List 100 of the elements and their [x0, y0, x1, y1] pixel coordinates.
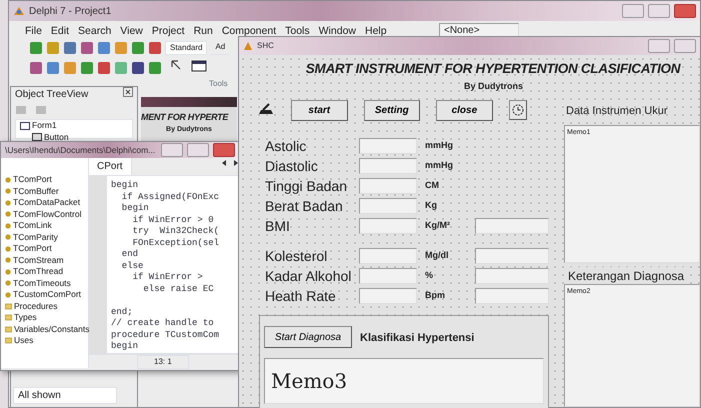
classification-title: Klasifikasi Hypertensi — [360, 331, 474, 346]
form-byline: By Dudytrons — [464, 80, 524, 93]
toolbar-icon[interactable] — [80, 41, 94, 55]
memo-field[interactable]: Memo3 — [264, 358, 544, 404]
explorer-item[interactable]: Procedures — [14, 300, 58, 312]
palette-caption: Tools — [209, 78, 228, 90]
panel-title: Object TreeView — [15, 88, 88, 101]
result-field[interactable] — [475, 288, 549, 304]
status-position: 13: 1 — [137, 354, 189, 368]
menu-item[interactable]: File — [25, 24, 42, 40]
explorer-item[interactable]: Types — [14, 312, 37, 324]
diagnose-button[interactable]: Start Diagnosa — [264, 326, 352, 348]
form-icon — [20, 122, 30, 130]
explorer-item[interactable]: TComPort — [13, 174, 52, 186]
explorer-item[interactable]: TComStream — [13, 254, 64, 266]
minimize-button[interactable] — [648, 39, 670, 53]
frame-icon[interactable] — [191, 59, 207, 73]
form-button[interactable]: start — [291, 100, 348, 120]
input-field[interactable] — [359, 198, 417, 214]
unit-label: Mg/dl — [425, 249, 450, 262]
toolbar-icon[interactable] — [29, 61, 43, 75]
toolbar-icon[interactable] — [148, 61, 162, 75]
result-field[interactable] — [475, 248, 549, 264]
menu-item[interactable]: Edit — [50, 24, 70, 40]
code-line: if WinError > — [132, 272, 204, 284]
explorer-item[interactable]: TComTimeouts — [13, 278, 71, 289]
clock-button[interactable] — [508, 100, 527, 120]
unit-label: Kg — [425, 199, 438, 212]
input-field[interactable] — [359, 158, 417, 174]
tree-tool-icon[interactable] — [35, 105, 47, 115]
editor-tab[interactable]: CPort — [89, 158, 132, 175]
menu-item[interactable]: Search — [78, 24, 112, 40]
toolbar-icon[interactable] — [131, 61, 145, 75]
maximize-button[interactable] — [187, 143, 209, 157]
toolbar-icon[interactable] — [148, 41, 162, 55]
tree-item[interactable]: Form1 — [32, 120, 57, 132]
maximize-button[interactable] — [648, 4, 670, 18]
input-field[interactable] — [359, 288, 417, 304]
explorer-item[interactable]: TComFlowControl — [13, 208, 82, 220]
explorer-item[interactable]: TComPort — [13, 243, 52, 254]
toolbar-icon[interactable] — [46, 61, 60, 75]
delphi-logo-icon — [243, 41, 253, 51]
maximize-button[interactable] — [674, 39, 696, 53]
input-field[interactable] — [359, 248, 417, 264]
close-button[interactable] — [674, 4, 696, 18]
code-line: end — [120, 249, 140, 260]
tree-item[interactable]: Button — [44, 132, 69, 143]
window-title: \Users\Ihendu\Documents\Delphi\com... — [5, 144, 156, 156]
minimize-button[interactable] — [161, 143, 183, 157]
menu-item[interactable]: Tools — [285, 24, 310, 40]
menu-item[interactable]: View — [120, 24, 143, 40]
unit-label: mmHg — [425, 139, 454, 152]
explorer-item[interactable]: TComLink — [13, 220, 52, 232]
result-field[interactable] — [475, 218, 549, 234]
explorer-item[interactable]: Uses — [14, 335, 34, 346]
field-label: Diastolic — [265, 158, 319, 174]
unit-label: % — [425, 269, 434, 282]
status-text: All shown — [13, 387, 117, 404]
explorer-item[interactable]: TCustomComPort — [13, 289, 82, 300]
code-line: procedure TCustomCom — [111, 330, 220, 341]
toolbar-icon[interactable] — [131, 41, 145, 55]
menu-item[interactable]: Window — [318, 24, 356, 40]
scroll-arrows-icon[interactable] — [221, 158, 239, 168]
input-field[interactable] — [359, 268, 417, 284]
scale-icon[interactable] — [257, 103, 275, 117]
code-line: begin — [111, 341, 140, 352]
input-field[interactable] — [359, 218, 417, 234]
horizontal-scrollbar[interactable] — [89, 352, 239, 354]
window-title: SHC — [257, 40, 274, 52]
input-field[interactable] — [359, 178, 417, 194]
palette-tab[interactable]: Ad — [211, 41, 230, 55]
component-combo[interactable]: <None> — [439, 23, 519, 37]
form-button[interactable]: close — [436, 100, 493, 120]
code-line: // create handle to — [111, 318, 215, 330]
menu-item[interactable]: Component — [222, 24, 276, 40]
unit-label: Bpm — [425, 289, 446, 302]
panel-title: Keterangan Diagnosa — [566, 267, 686, 285]
minimize-button[interactable] — [622, 4, 644, 18]
panel-title: Data Instrumen Ukur — [566, 104, 668, 119]
menu-item[interactable]: Help — [365, 24, 387, 40]
explorer-item[interactable]: Variables/Constants — [14, 324, 90, 335]
menu-item[interactable]: Project — [152, 24, 185, 40]
palette-tab[interactable]: Standard — [165, 41, 208, 55]
code-line: if WinError > 0 — [132, 214, 215, 226]
toolbar-icon[interactable] — [29, 41, 43, 55]
explorer-item[interactable]: TComBuffer — [13, 186, 59, 197]
code-line: begin — [111, 180, 140, 192]
explorer-item[interactable]: TComDataPacket — [13, 197, 80, 208]
toolbar-icon[interactable] — [97, 41, 111, 55]
tree-tool-icon[interactable] — [15, 105, 27, 115]
result-field[interactable] — [475, 268, 549, 284]
toolbar-icon[interactable] — [80, 61, 94, 75]
input-field[interactable] — [359, 138, 417, 154]
form-button[interactable]: Setting — [364, 100, 420, 120]
toolbar-icon[interactable] — [97, 61, 111, 75]
explorer-item[interactable]: TComThread — [13, 266, 64, 278]
menu-item[interactable]: Run — [194, 24, 213, 40]
toolbar-icon[interactable] — [63, 41, 77, 55]
explorer-item[interactable]: TComParity — [13, 232, 58, 243]
close-icon[interactable] — [123, 87, 133, 97]
